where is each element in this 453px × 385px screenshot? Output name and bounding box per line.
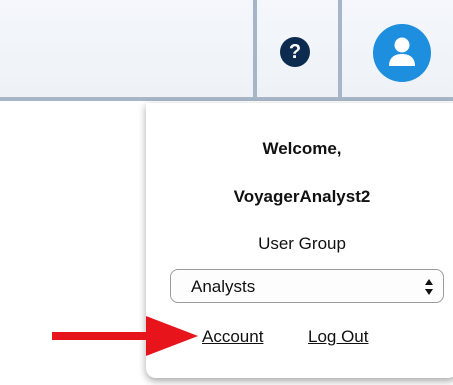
welcome-text: Welcome, <box>262 139 342 158</box>
user-group-label: User Group <box>258 234 346 253</box>
header-divider <box>253 0 257 97</box>
username-text: VoyagerAnalyst2 <box>233 187 371 206</box>
header-divider <box>338 0 342 97</box>
account-link[interactable]: Account <box>202 327 263 347</box>
user-group-select[interactable]: Analysts <box>170 269 444 303</box>
help-icon[interactable]: ? <box>280 37 310 67</box>
user-silhouette-icon <box>389 37 415 66</box>
logout-link[interactable]: Log Out <box>308 327 369 347</box>
user-avatar-icon[interactable] <box>373 24 431 82</box>
red-arrow-annotation <box>52 316 198 356</box>
help-icon-glyph: ? <box>288 40 302 63</box>
user-group-selected-value: Analysts <box>191 277 256 296</box>
select-updown-arrows-icon <box>425 279 433 295</box>
